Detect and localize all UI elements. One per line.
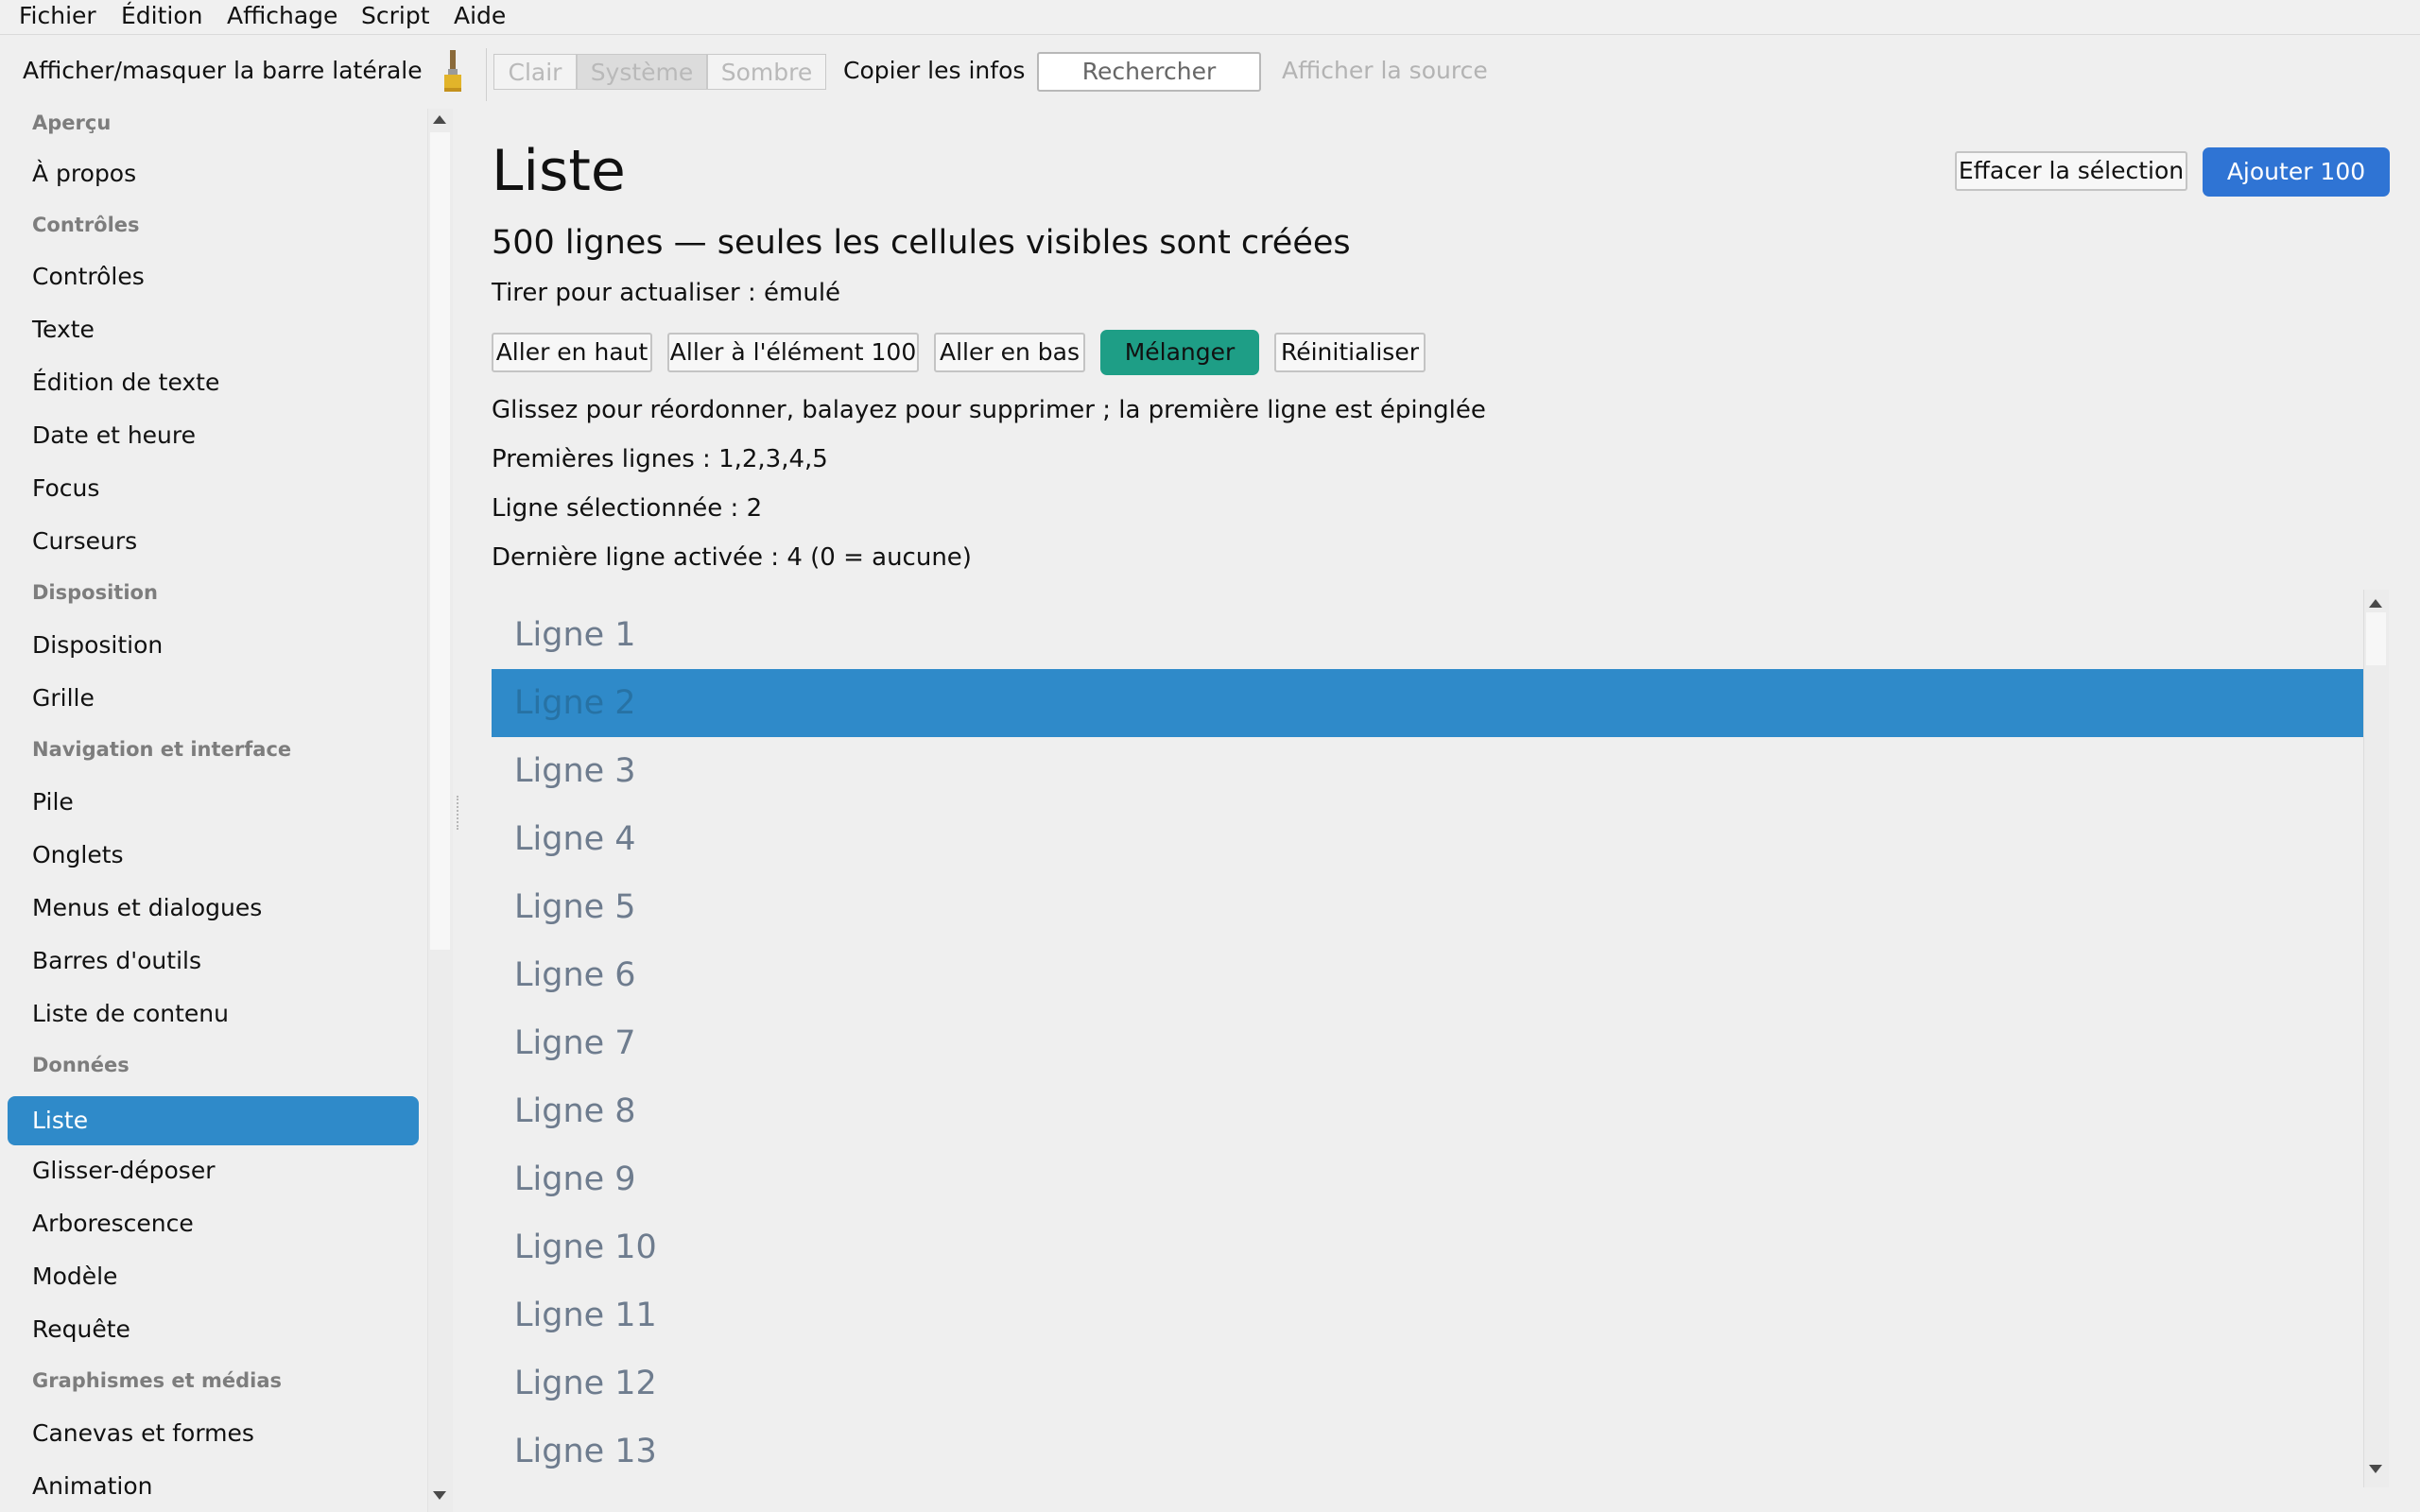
scroll-up-arrow-icon[interactable]	[433, 115, 446, 124]
shuffle-button[interactable]: Mélanger	[1100, 330, 1259, 375]
reset-button[interactable]: Réinitialiser	[1274, 333, 1426, 372]
list-scroll-up-arrow-icon[interactable]	[2369, 599, 2382, 608]
list-scrollbar[interactable]	[2363, 590, 2389, 1487]
sidebar-item-barres-outils[interactable]: Barres d'outils	[32, 946, 201, 976]
scroll-top-button[interactable]: Aller en haut	[492, 333, 652, 372]
sidebar-item-pile[interactable]: Pile	[32, 787, 74, 817]
sidebar: Aperçu À propos Contrôles Contrôles Text…	[0, 109, 427, 1512]
list-scroll-down-arrow-icon[interactable]	[2369, 1465, 2382, 1473]
list-hint: Glissez pour réordonner, balayez pour su…	[492, 396, 1486, 424]
list-row-label: Ligne 8	[514, 1092, 636, 1130]
sidebar-section-navigation: Navigation et interface	[32, 738, 292, 761]
sidebar-item-animation[interactable]: Animation	[32, 1471, 152, 1502]
sidebar-item-arborescence[interactable]: Arborescence	[32, 1209, 194, 1239]
virtual-list: Ligne 1 Ligne 2 Ligne 3 Ligne 4 Ligne 5 Ligne…	[492, 590, 2363, 1487]
sidebar-section-graphismes: Graphismes et médias	[32, 1369, 282, 1392]
list-row[interactable]: Ligne 11	[492, 1281, 2363, 1349]
page-title: Liste	[492, 138, 626, 204]
list-row[interactable]: Ligne 13	[492, 1418, 2363, 1486]
toggle-sidebar-button[interactable]: Afficher/masquer la barre latérale	[23, 52, 423, 90]
list-row-label: Ligne 1	[514, 616, 636, 654]
list-row-label: Ligne 10	[514, 1228, 657, 1266]
sidebar-item-canevas-formes[interactable]: Canevas et formes	[32, 1418, 254, 1449]
menubar: Fichier Édition Affichage Script Aide	[0, 0, 2420, 35]
page-subtitle: 500 lignes — seules les cellules visible…	[492, 224, 1351, 262]
sidebar-section-donnees: Données	[32, 1054, 130, 1076]
list-row-label: Ligne 7	[514, 1024, 636, 1062]
list-row[interactable]: Ligne 5	[492, 873, 2363, 941]
search-input[interactable]: Rechercher	[1037, 52, 1261, 92]
toolbar-separator	[486, 48, 487, 101]
sidebar-item-glisser-deposer[interactable]: Glisser-déposer	[32, 1156, 216, 1186]
list-row-label: Ligne 12	[514, 1365, 657, 1402]
sidebar-scrollbar-thumb[interactable]	[430, 132, 450, 950]
list-row[interactable]: Ligne 2	[492, 669, 2363, 737]
list-row[interactable]: Ligne 8	[492, 1077, 2363, 1145]
list-row-label: Ligne 3	[514, 752, 636, 790]
sidebar-section-apercu: Aperçu	[32, 112, 112, 134]
sidebar-item-liste-contenu[interactable]: Liste de contenu	[32, 999, 229, 1029]
sidebar-item-grille[interactable]: Grille	[32, 683, 95, 713]
toolbar: Afficher/masquer la barre latérale Clair…	[0, 35, 2420, 109]
list-row[interactable]: Ligne 1	[492, 601, 2363, 669]
list-row[interactable]: Ligne 12	[492, 1349, 2363, 1418]
sidebar-item-curseurs[interactable]: Curseurs	[32, 526, 137, 557]
menu-file[interactable]: Fichier	[19, 0, 96, 32]
sidebar-item-requete[interactable]: Requête	[32, 1314, 130, 1345]
sidebar-section-disposition: Disposition	[32, 581, 158, 604]
sidebar-section-controles: Contrôles	[32, 214, 140, 236]
sidebar-item-disposition[interactable]: Disposition	[32, 630, 163, 661]
list-row-label: Ligne 5	[514, 888, 636, 926]
view-source-button[interactable]: Afficher la source	[1282, 52, 1488, 90]
list-row-label: Ligne 13	[514, 1433, 657, 1470]
list-row-label: Ligne 6	[514, 956, 636, 994]
sidebar-item-onglets[interactable]: Onglets	[32, 840, 124, 870]
menu-help[interactable]: Aide	[454, 0, 506, 32]
first-rows-status: Premières lignes : 1,2,3,4,5	[492, 445, 828, 473]
list-row-label: Ligne 9	[514, 1160, 636, 1198]
sidebar-item-texte[interactable]: Texte	[32, 315, 95, 345]
clear-selection-button[interactable]: Effacer la sélection	[1955, 151, 2187, 191]
list-row-label: Ligne 2	[514, 684, 636, 722]
menu-view[interactable]: Affichage	[227, 0, 337, 32]
selected-row-status: Ligne sélectionnée : 2	[492, 494, 763, 523]
sidebar-item-liste[interactable]: Liste	[8, 1096, 419, 1145]
theme-dark-button[interactable]: Sombre	[707, 54, 826, 90]
scroll-bottom-button[interactable]: Aller en bas	[934, 333, 1085, 372]
scroll-down-arrow-icon[interactable]	[433, 1491, 446, 1500]
menu-edit[interactable]: Édition	[121, 0, 203, 32]
theme-system-button[interactable]: Système	[577, 54, 707, 90]
list-row[interactable]: Ligne 6	[492, 941, 2363, 1009]
list-row-label: Ligne 4	[514, 820, 636, 858]
list-row[interactable]: Ligne 10	[492, 1213, 2363, 1281]
list-row-label: Ligne 11	[514, 1297, 657, 1334]
sidebar-item-date-heure[interactable]: Date et heure	[32, 421, 196, 451]
splitter-handle[interactable]	[457, 796, 460, 830]
last-activated-status: Dernière ligne activée : 4 (0 = aucune)	[492, 543, 972, 572]
pull-refresh-status: Tirer pour actualiser : émulé	[492, 279, 841, 307]
scroll-item-100-button[interactable]: Aller à l'élément 100	[667, 333, 919, 372]
sidebar-item-edition-texte[interactable]: Édition de texte	[32, 368, 219, 398]
sidebar-item-a-propos[interactable]: À propos	[32, 159, 136, 189]
list-scrollbar-thumb[interactable]	[2366, 612, 2386, 665]
sidebar-item-focus[interactable]: Focus	[32, 473, 99, 504]
list-row[interactable]: Ligne 3	[492, 737, 2363, 805]
paintbrush-icon[interactable]	[441, 48, 465, 95]
copy-info-button[interactable]: Copier les infos	[843, 52, 1025, 90]
menu-script[interactable]: Script	[361, 0, 430, 32]
theme-light-button[interactable]: Clair	[493, 54, 577, 90]
sidebar-item-menus-dialogues[interactable]: Menus et dialogues	[32, 893, 262, 923]
sidebar-item-controles[interactable]: Contrôles	[32, 262, 145, 292]
sidebar-item-modele[interactable]: Modèle	[32, 1262, 117, 1292]
list-row[interactable]: Ligne 4	[492, 805, 2363, 873]
list-row[interactable]: Ligne 7	[492, 1009, 2363, 1077]
add-100-button[interactable]: Ajouter 100	[2203, 147, 2390, 197]
list-row[interactable]: Ligne 9	[492, 1145, 2363, 1213]
